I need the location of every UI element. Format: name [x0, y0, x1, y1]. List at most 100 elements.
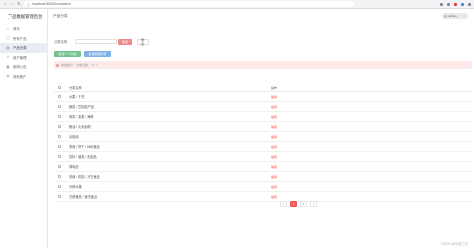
category-name-cell: 调味品	[69, 165, 79, 169]
edit-link[interactable]: 编辑	[269, 95, 277, 99]
sidebar-item-label: 首页	[13, 27, 20, 32]
edit-link[interactable]: 编辑	[269, 155, 277, 159]
extension-icon[interactable]	[440, 2, 443, 6]
page-button-2[interactable]: 2	[300, 201, 307, 207]
category-name-cell: 蔬菜 / 豆制品产品	[69, 105, 94, 109]
row-checkbox[interactable]	[57, 165, 61, 168]
sidebar-item-accounts[interactable]: ⚙ 其他账户	[0, 72, 47, 82]
user-name: admin	[448, 14, 457, 18]
filter-label: 分类名称	[54, 40, 68, 44]
browser-toolbar: ‹ › ↻ ⓘ localhost:8082/food/admin	[0, 0, 474, 9]
sidebar-item-categories[interactable]: ▤ 产品分类	[0, 43, 47, 53]
row-checkbox[interactable]	[57, 185, 61, 188]
row-checkbox[interactable]	[57, 115, 61, 118]
row-checkbox[interactable]	[57, 155, 61, 158]
notice-text: 数据统计：分类总数：11 个	[61, 63, 98, 67]
doc-icon: ▦	[6, 64, 10, 69]
edit-link[interactable]: 编辑	[269, 175, 277, 179]
batch-delete-button[interactable]: 批量删除所有	[84, 51, 111, 57]
sidebar-menu: ⌂ 首页 ▢ 所有产品 ▤ 产品分类 ☺ 用户管理 ▦ 新闻公告 ⚙ 其他账户	[0, 24, 47, 81]
address-bar[interactable]: ⓘ localhost:8082/food/admin	[24, 1, 354, 7]
table-row: 粮油 / 大米面粉 编辑	[54, 122, 472, 132]
reset-button[interactable]: 重置	[137, 38, 149, 46]
column-header-op: 操作	[271, 85, 278, 90]
edit-link[interactable]: 编辑	[269, 165, 277, 169]
notification-icon[interactable]	[454, 2, 457, 6]
row-checkbox[interactable]	[57, 145, 61, 148]
sidebar-item-label: 产品分类	[13, 46, 27, 51]
table-row: 零食 / 饼干 / 休闲食品 编辑	[54, 142, 472, 152]
category-name-cell: 乳制品	[69, 135, 79, 139]
table-row: 乳制品 编辑	[54, 132, 472, 142]
watermark: CSDN @毕设工坊	[440, 242, 468, 246]
table-row: 肉类 / 禽蛋 / 海鲜 编辑	[54, 112, 472, 122]
category-name-input[interactable]	[75, 39, 117, 44]
search-button[interactable]: 搜索	[118, 39, 132, 45]
sidebar-item-news[interactable]: ▦ 新闻公告	[0, 62, 47, 72]
user-menu[interactable]: admin	[442, 13, 468, 19]
table-header: 分类名称 操作	[54, 84, 472, 92]
user-icon: ☺	[6, 55, 10, 60]
reload-icon[interactable]: ↻	[17, 2, 21, 6]
sidebar-item-label: 其他账户	[13, 74, 27, 79]
category-name-cell: 零食 / 饼干 / 休闲食品	[69, 145, 100, 149]
table-row: 饮料 / 酒类 / 乳制品 编辑	[54, 152, 472, 162]
extension-icon[interactable]	[447, 2, 450, 6]
gear-icon: ⚙	[6, 74, 10, 79]
category-name-cell: 方便食品 / 速冻面点	[69, 195, 98, 199]
page-title: 产品分类	[53, 13, 68, 18]
row-checkbox[interactable]	[57, 95, 61, 98]
home-icon: ⌂	[6, 26, 10, 31]
sidebar-item-products[interactable]: ▢ 所有产品	[0, 34, 47, 44]
row-checkbox[interactable]	[57, 125, 61, 128]
edit-link[interactable]: 编辑	[269, 185, 277, 189]
back-icon[interactable]: ‹	[3, 2, 7, 6]
profile-icon[interactable]	[461, 2, 464, 6]
sidebar-item-users[interactable]: ☺ 用户管理	[0, 53, 47, 63]
prev-page-button[interactable]: <	[280, 201, 287, 207]
table-row: 方便食品 / 速冻面点 编辑	[54, 192, 472, 202]
edit-link[interactable]: 编辑	[269, 135, 277, 139]
sidebar-item-home[interactable]: ⌂ 首页	[0, 24, 47, 34]
edit-link[interactable]: 编辑	[269, 195, 277, 199]
folder-icon: ▤	[6, 45, 10, 50]
brand-title: 产品数据管理后台	[8, 13, 43, 19]
category-name-cell: 肉类 / 禽蛋 / 海鲜	[69, 115, 94, 119]
url-text: localhost:8082/food/admin	[32, 2, 71, 6]
row-checkbox[interactable]	[57, 135, 61, 138]
add-category-button[interactable]: 新增一个分类	[54, 51, 81, 57]
page-button-1[interactable]: 1	[290, 201, 297, 207]
pagination: < 1 2 >	[280, 201, 317, 207]
filter-bar: 分类名称 搜索 重置	[54, 38, 149, 46]
category-table: 分类名称 操作 水果 / 干货 编辑 蔬菜 / 豆制品产品 编辑 肉类 / 禽蛋 / 海…	[54, 84, 472, 202]
edit-link[interactable]: 编辑	[269, 105, 277, 109]
category-name-cell: 饮料 / 酒类 / 乳制品	[69, 155, 97, 159]
row-checkbox[interactable]	[57, 195, 61, 198]
sidebar: 产品数据管理后台 ⌂ 首页 ▢ 所有产品 ▤ 产品分类 ☺ 用户管理 ▦ 新闻公…	[0, 9, 48, 248]
row-checkbox[interactable]	[57, 175, 61, 178]
brand: 产品数据管理后台	[0, 9, 47, 24]
main-content: 产品分类 admin 分类名称 搜索 重置 新增一个分类 批量删除所有 数据统计…	[48, 9, 474, 248]
table-row: 调味品 编辑	[54, 162, 472, 172]
row-checkbox[interactable]	[57, 105, 61, 108]
next-page-button[interactable]: >	[310, 201, 317, 207]
table-row: 冷鲜水果 编辑	[54, 182, 472, 192]
page-header: 产品分类	[48, 9, 474, 23]
category-name-cell: 熟食 / 烘焙 / 冷冻食品	[69, 175, 100, 179]
table-row: 熟食 / 烘焙 / 冷冻食品 编辑	[54, 172, 472, 182]
category-name-cell: 冷鲜水果	[69, 185, 82, 189]
category-name-cell: 粮油 / 大米面粉	[69, 125, 91, 129]
sidebar-item-label: 用户管理	[13, 55, 27, 60]
menu-icon[interactable]	[468, 2, 471, 6]
avatar	[444, 14, 447, 18]
sidebar-item-label: 所有产品	[13, 36, 27, 41]
forward-icon[interactable]: ›	[10, 2, 14, 6]
box-icon: ▢	[6, 36, 10, 41]
select-all-checkbox[interactable]	[57, 86, 61, 89]
lock-icon: ⓘ	[27, 2, 31, 7]
edit-link[interactable]: 编辑	[269, 145, 277, 149]
column-header-name: 分类名称	[69, 86, 82, 90]
table-row: 水果 / 干货 编辑	[54, 92, 472, 102]
edit-link[interactable]: 编辑	[269, 115, 277, 119]
edit-link[interactable]: 编辑	[269, 125, 277, 129]
